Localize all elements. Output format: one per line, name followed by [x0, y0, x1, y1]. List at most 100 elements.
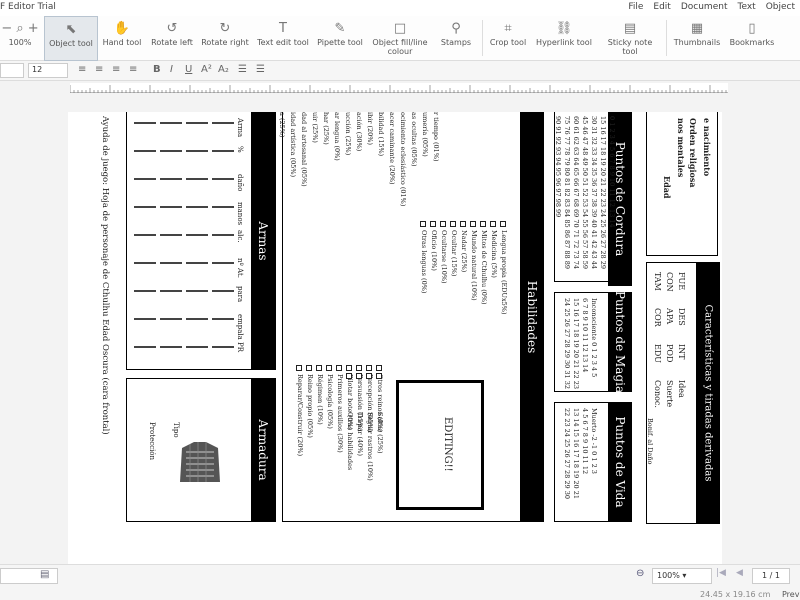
footer-text: Ayuda de juego: Hoja de personaje de Cth…: [100, 116, 110, 435]
rotate-left-button[interactable]: ↺ Rotate left: [149, 16, 195, 61]
cordura-row: 15 16 17 18 19 20 21 22 23 24 25 26 27 2…: [599, 116, 607, 269]
skill-checkbox[interactable]: [356, 365, 362, 371]
skill-label: ar lengua (0%): [333, 112, 341, 161]
skill-label: a (25%): [278, 112, 286, 138]
skill-checkbox[interactable]: [420, 221, 426, 227]
weapon-entry-line: [212, 122, 234, 124]
weapon-entry-line: [134, 262, 156, 264]
zoom-select[interactable]: 100% ▾: [652, 568, 712, 584]
first-page-icon[interactable]: |◀: [716, 568, 726, 578]
sticky-note-tool-button[interactable]: ▤ Sticky note tool: [600, 16, 660, 61]
bookmarks-icon: ▯: [748, 21, 756, 36]
font-size-select[interactable]: 12: [28, 63, 68, 78]
pipette-tool-button[interactable]: ✎ Pipette tool: [316, 16, 364, 61]
skill-label: ibir (20%): [366, 112, 374, 146]
toolbar: − ⌕ + 100% ⬉ Object tool ✋ Hand tool ↺ R…: [0, 16, 800, 61]
skill-checkbox[interactable]: [440, 221, 446, 227]
zoom-out-icon[interactable]: ⊖: [636, 568, 644, 579]
hyperlink-tool-button[interactable]: ⛓ Hyperlink tool: [536, 16, 592, 61]
weapon-entry-line: [212, 206, 234, 208]
align-right-icon[interactable]: ≡: [112, 64, 120, 75]
characteristics-banner: Características y tiradas derivadas: [696, 262, 720, 524]
skill-checkbox[interactable]: [430, 221, 436, 227]
weapon-col-header: daño: [236, 174, 244, 192]
skill-checkbox[interactable]: [460, 221, 466, 227]
skill-checkbox[interactable]: [346, 365, 352, 371]
cordura-row: 30 31 32 33 34 35 36 37 38 39 40 41 42 4…: [590, 116, 598, 269]
skill-checkbox[interactable]: [480, 221, 486, 227]
cordura-row: 75 76 77 78 79 80 81 82 83 84 85 86 87 8…: [563, 116, 571, 269]
skill-checkbox[interactable]: [366, 365, 372, 371]
fill-line-colour-button[interactable]: □ Object fill/line colour: [370, 16, 430, 61]
weapons-banner: Armas: [251, 112, 275, 370]
preview-label[interactable]: Previ: [782, 590, 800, 599]
skill-checkbox[interactable]: [306, 365, 312, 371]
page-indicator[interactable]: 1 / 1: [752, 568, 790, 584]
skill-checkbox[interactable]: [376, 373, 382, 379]
skill-checkbox[interactable]: [470, 221, 476, 227]
skill-checkbox[interactable]: [366, 373, 372, 379]
skill-checkbox[interactable]: [356, 373, 362, 379]
skill-checkbox[interactable]: [316, 365, 322, 371]
armor-protection-label: Protección: [148, 422, 156, 461]
skill-checkbox[interactable]: [376, 365, 382, 371]
skill-checkbox[interactable]: [346, 373, 352, 379]
weapon-entry-line: [134, 150, 156, 152]
rotate-left-icon: ↺: [166, 21, 178, 36]
weapon-entry-line: [186, 318, 208, 320]
bookmarks-button[interactable]: ▯ Bookmarks: [728, 16, 776, 61]
page-dimensions: 24.45 x 19.16 cm: [700, 590, 771, 599]
rotate-right-button[interactable]: ↻ Rotate right: [200, 16, 250, 61]
weapon-entry-line: [134, 346, 156, 348]
align-center-icon[interactable]: ≡: [95, 64, 103, 75]
characteristic-label: Conoc.: [653, 380, 662, 408]
menu-file[interactable]: File: [628, 2, 643, 12]
text-edit-tool-button[interactable]: T Text edit tool: [256, 16, 310, 61]
menu-text[interactable]: Text: [737, 2, 755, 12]
skill-checkbox[interactable]: [490, 221, 496, 227]
info-order: Orden religiosa: [688, 118, 698, 188]
menu-bar: File Edit Document Text Object: [623, 2, 800, 12]
tool-label: Hand tool: [102, 38, 142, 47]
save-icon[interactable]: ▤: [40, 569, 49, 580]
list-numbered-icon[interactable]: ☰: [256, 64, 265, 75]
align-left-icon[interactable]: ≡: [78, 64, 86, 75]
weapon-entry-line: [212, 234, 234, 236]
ruler-ticks: [69, 85, 727, 93]
skill-label: Reparar/Construir (20%): [296, 374, 304, 457]
font-family-select[interactable]: [0, 63, 24, 78]
thumbnails-button[interactable]: ▦ Thumbnails: [672, 16, 722, 61]
skill-checkbox[interactable]: [450, 221, 456, 227]
underline-icon[interactable]: U: [185, 64, 192, 75]
tool-label: Object fill/line colour: [372, 38, 428, 56]
weapon-col-header: manos: [236, 202, 244, 226]
subscript-icon[interactable]: A₂: [218, 64, 229, 75]
hand-tool-button[interactable]: ✋ Hand tool: [100, 16, 144, 61]
stamps-button[interactable]: ⚲ Stamps: [436, 16, 476, 61]
bold-icon[interactable]: B: [153, 64, 161, 75]
prev-page-icon[interactable]: ◀: [736, 568, 743, 578]
italic-icon[interactable]: I: [170, 64, 173, 75]
skill-label: har (25%): [322, 112, 330, 145]
crop-tool-button[interactable]: ⌗ Crop tool: [488, 16, 528, 61]
skill-checkbox[interactable]: [500, 221, 506, 227]
skill-checkbox[interactable]: [326, 365, 332, 371]
menu-object[interactable]: Object: [766, 2, 795, 12]
object-tool-button[interactable]: ⬉ Object tool: [44, 16, 98, 61]
skill-checkbox[interactable]: [296, 365, 302, 371]
superscript-icon[interactable]: A²: [201, 64, 212, 75]
tool-label: Rotate right: [201, 38, 249, 47]
list-icon[interactable]: ☰: [238, 64, 247, 75]
skill-checkbox[interactable]: [336, 365, 342, 371]
menu-edit[interactable]: Edit: [653, 2, 670, 12]
tool-label: Text edit tool: [257, 38, 309, 47]
align-justify-icon[interactable]: ≡: [129, 64, 137, 75]
weapon-entry-line: [134, 318, 156, 320]
menu-document[interactable]: Document: [681, 2, 728, 12]
zoom-control[interactable]: − ⌕ + 100%: [0, 16, 40, 61]
weapon-entry-line: [160, 150, 182, 152]
characteristic-label: Suerte: [665, 380, 674, 408]
skill-label: Lengua propia (EDUx5%): [500, 230, 508, 315]
tool-label: Sticky note tool: [607, 38, 653, 56]
skill-label: Reino propio (05%): [306, 374, 314, 438]
